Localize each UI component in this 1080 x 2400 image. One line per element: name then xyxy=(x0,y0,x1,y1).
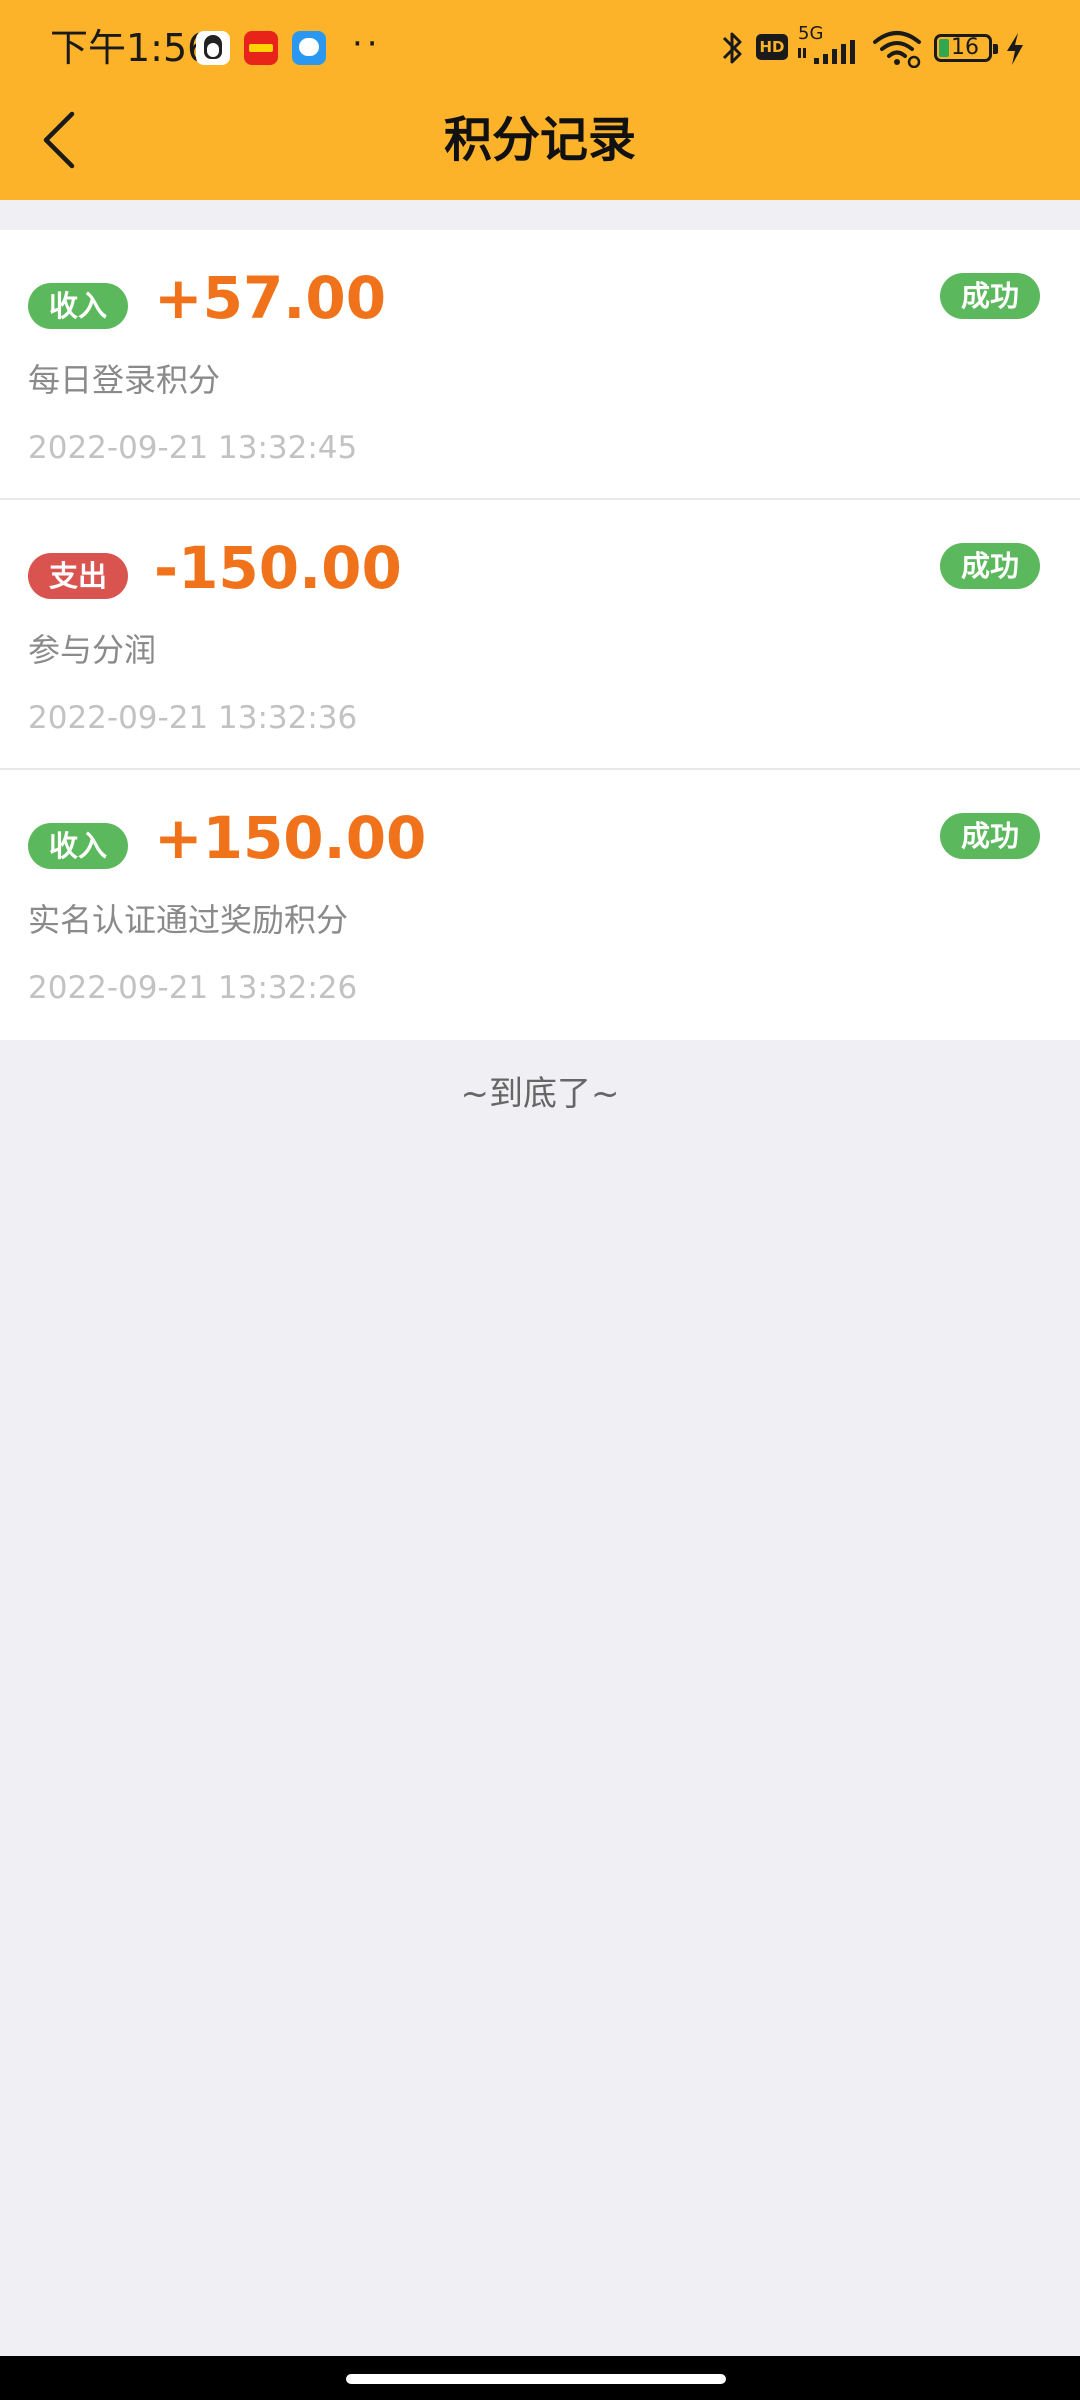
gesture-navigation-area xyxy=(0,2356,1080,2400)
record-description: 每日登录积分 xyxy=(28,361,221,399)
record-description: 实名认证通过奖励积分 xyxy=(28,901,349,939)
home-indicator[interactable] xyxy=(346,2374,726,2384)
income-badge: 收入 xyxy=(28,823,128,869)
record-time: 2022-09-21 13:32:45 xyxy=(28,430,358,466)
record-item[interactable]: 支出 -150.00 成功 参与分润 2022-09-21 13:32:36 xyxy=(0,500,1080,770)
wifi-icon xyxy=(873,31,921,68)
points-record-list: 收入 +57.00 成功 每日登录积分 2022-09-21 13:32:45 … xyxy=(0,230,1080,1040)
header: 下午1:56 ·· HD 5G 16 积分记录 xyxy=(0,0,1080,200)
status-bar: 下午1:56 ·· HD 5G 16 xyxy=(0,0,1080,96)
status-badge: 成功 xyxy=(940,813,1040,859)
hd-icon: HD xyxy=(756,34,788,60)
bluetooth-icon xyxy=(722,32,742,64)
status-badge: 成功 xyxy=(940,273,1040,319)
income-badge: 收入 xyxy=(28,283,128,329)
qq-app-icon xyxy=(196,31,230,65)
record-item[interactable]: 收入 +57.00 成功 每日登录积分 2022-09-21 13:32:45 xyxy=(0,230,1080,500)
page-title: 积分记录 xyxy=(443,112,636,168)
signal-icon xyxy=(798,40,855,64)
status-badge: 成功 xyxy=(940,543,1040,589)
record-time: 2022-09-21 13:32:26 xyxy=(28,970,358,1006)
record-item[interactable]: 收入 +150.00 成功 实名认证通过奖励积分 2022-09-21 13:3… xyxy=(0,770,1080,1040)
record-description: 参与分润 xyxy=(28,631,157,669)
battery-icon: 16 xyxy=(934,34,998,62)
more-notifications-icon: ·· xyxy=(352,24,382,64)
record-amount: -150.00 xyxy=(154,534,402,602)
status-time: 下午1:56 xyxy=(50,26,212,70)
end-of-list-note: ~到底了~ xyxy=(460,1074,620,1114)
expense-badge: 支出 xyxy=(28,553,128,599)
chat-app-icon xyxy=(292,31,326,65)
record-amount: +57.00 xyxy=(154,264,387,332)
red-app-icon xyxy=(244,31,278,65)
charging-icon xyxy=(1007,33,1023,65)
record-time: 2022-09-21 13:32:36 xyxy=(28,700,358,736)
record-amount: +150.00 xyxy=(154,804,427,872)
battery-level: 16 xyxy=(951,35,979,60)
